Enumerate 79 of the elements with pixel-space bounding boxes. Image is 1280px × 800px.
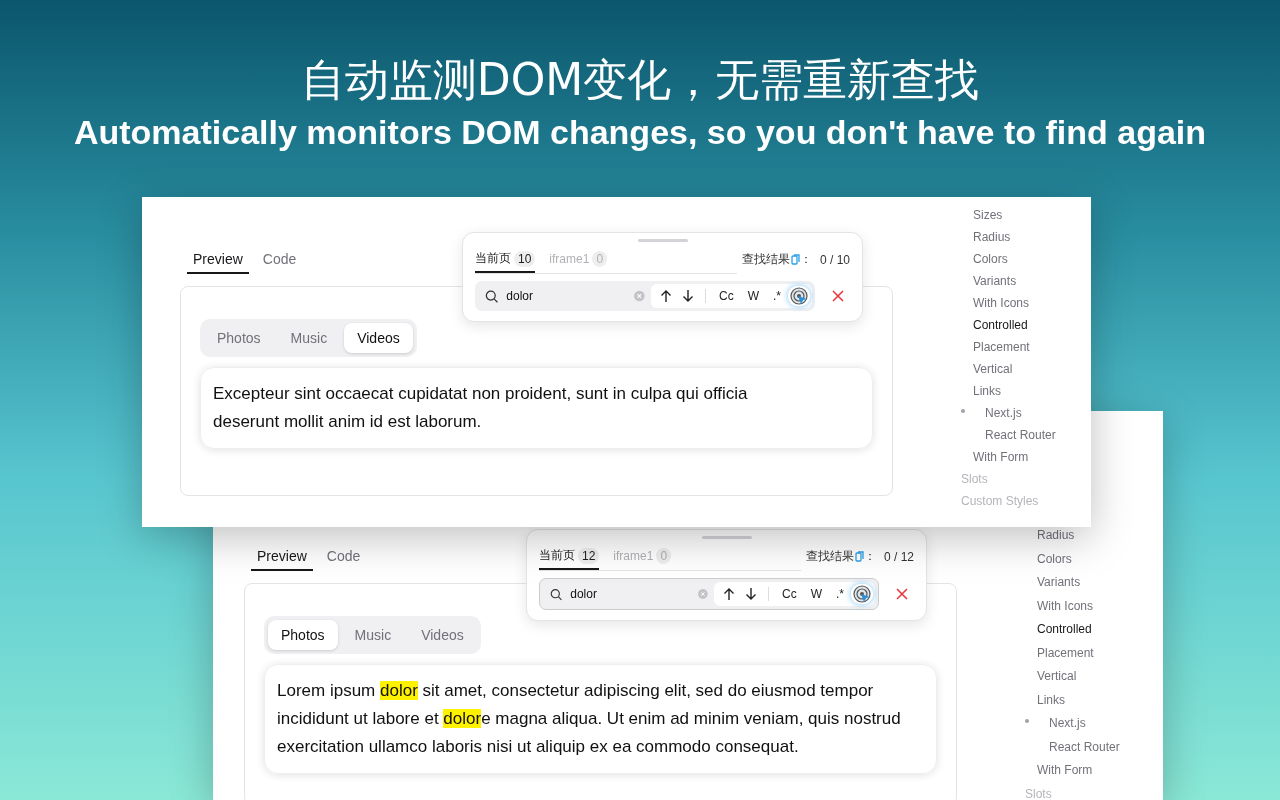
sidebar-item[interactable]: Variants xyxy=(1037,571,1081,595)
colon-text: ： xyxy=(863,548,876,565)
colon-text: ： xyxy=(799,251,812,268)
watch-button[interactable] xyxy=(788,286,810,306)
sidebar-item[interactable]: Links xyxy=(973,380,1001,402)
sidebar-item[interactable]: Placement xyxy=(1037,641,1094,665)
option-toggle[interactable]: W xyxy=(803,585,829,603)
clear-icon xyxy=(634,290,645,302)
search-icon xyxy=(485,288,499,304)
count-badge: 0 xyxy=(656,547,672,564)
sidebar-item[interactable]: Variants xyxy=(973,270,1017,292)
tab[interactable]: Preview xyxy=(251,544,313,571)
option-toggle[interactable]: .* xyxy=(766,287,788,305)
drag-handle[interactable] xyxy=(637,239,688,242)
up-arrow-icon xyxy=(660,289,672,303)
down-arrow-icon xyxy=(745,587,757,601)
sidebar-item[interactable]: Colors xyxy=(973,248,1008,270)
sidebar-item[interactable]: With Form xyxy=(1037,759,1093,783)
tab[interactable]: Code xyxy=(320,544,367,571)
headline-title: 自动监测DOM变化，无需重新查找 xyxy=(300,53,980,107)
tab[interactable]: Code xyxy=(256,247,303,274)
sidebar-item[interactable]: Sizes xyxy=(973,204,1003,226)
sidebar-item[interactable]: Controlled xyxy=(1037,618,1092,642)
sidebar-item[interactable]: With Icons xyxy=(1037,594,1093,618)
sidebar-item[interactable]: Vertical xyxy=(973,358,1013,380)
sidebar-item[interactable]: React Router xyxy=(1049,735,1120,759)
result-label: 查找结果 xyxy=(741,251,790,268)
sidebar-item[interactable]: Placement xyxy=(973,336,1030,358)
sidebar-item[interactable]: With Form xyxy=(973,446,1029,468)
watch-button[interactable] xyxy=(851,584,873,604)
copy-icon xyxy=(790,254,800,265)
paragraph: Excepteur sint occaecat cupidatat non proident, sunt in culpa qui officia deserunt mollit anim id est laborum. xyxy=(213,383,749,433)
copy-icon xyxy=(854,551,864,562)
segment-tab[interactable]: Music xyxy=(277,323,341,353)
option-toggle[interactable]: .* xyxy=(829,585,851,603)
sidebar-item[interactable]: Next.js xyxy=(985,402,1022,424)
search-input[interactable]: dolor xyxy=(504,288,629,304)
search-input[interactable]: dolor xyxy=(568,586,693,602)
count-badge: 0 xyxy=(592,250,608,267)
sidebar-item[interactable]: Colors xyxy=(1037,547,1072,571)
tab-label: iframe1 xyxy=(549,251,590,266)
sidebar-item[interactable]: Links xyxy=(1037,688,1065,712)
sidebar-item[interactable]: React Router xyxy=(985,424,1056,446)
tab[interactable]: Preview xyxy=(187,247,249,274)
up-arrow-icon xyxy=(723,587,735,601)
headline-subtitle: Automatically monitors DOM changes, so you don't have to find again xyxy=(73,112,1207,152)
search-icon xyxy=(550,586,563,602)
sidebar-item[interactable]: Radius xyxy=(973,226,1011,248)
segment-tab[interactable]: Photos xyxy=(268,620,338,650)
sidebar-item[interactable]: Controlled xyxy=(973,314,1028,336)
drag-handle[interactable] xyxy=(701,536,752,539)
result-label: 查找结果 xyxy=(805,548,854,565)
target-icon xyxy=(853,585,871,603)
target-icon xyxy=(790,287,808,305)
segment-tab[interactable]: Photos xyxy=(204,323,274,353)
close-icon xyxy=(896,588,908,600)
sidebar-item[interactable]: Vertical xyxy=(1037,665,1077,689)
result-count: 0 / 10 xyxy=(819,252,850,267)
option-toggle[interactable]: W xyxy=(740,287,766,305)
frame-tab[interactable]: 当前页 12 xyxy=(539,545,600,570)
sidebar-item[interactable]: Radius xyxy=(1037,524,1075,548)
segment-tab[interactable]: Videos xyxy=(344,323,413,353)
down-arrow-icon xyxy=(682,289,694,303)
segment-tab[interactable]: Videos xyxy=(408,620,477,650)
paragraph: Lorem ipsum dolor sit amet, consectetur adipiscing elit, sed do eiusmod tempor incididunt ut labore et dolore magna aliqua. Ut enim ad minim veniam, quis nostrud exercitation ullamco laboris nisi ut aliquip ex ea commodo consequat. xyxy=(277,680,902,758)
frame-tab[interactable]: 当前页 10 xyxy=(475,248,536,273)
tab-label: 当前页 xyxy=(539,547,575,564)
tab-label: 当前页 xyxy=(475,250,511,267)
sidebar-item[interactable]: With Icons xyxy=(973,292,1029,314)
tab-label: iframe1 xyxy=(613,548,654,563)
sidebar-item[interactable]: Next.js xyxy=(1049,712,1086,736)
option-toggle[interactable]: Cc xyxy=(775,585,804,603)
clear-icon xyxy=(698,588,708,600)
count-badge: 12 xyxy=(578,547,600,564)
segment-tab[interactable]: Music xyxy=(341,620,405,650)
close-icon xyxy=(832,290,844,302)
result-count: 0 / 12 xyxy=(883,549,914,564)
count-badge: 10 xyxy=(514,250,536,267)
option-toggle[interactable]: Cc xyxy=(712,287,741,305)
